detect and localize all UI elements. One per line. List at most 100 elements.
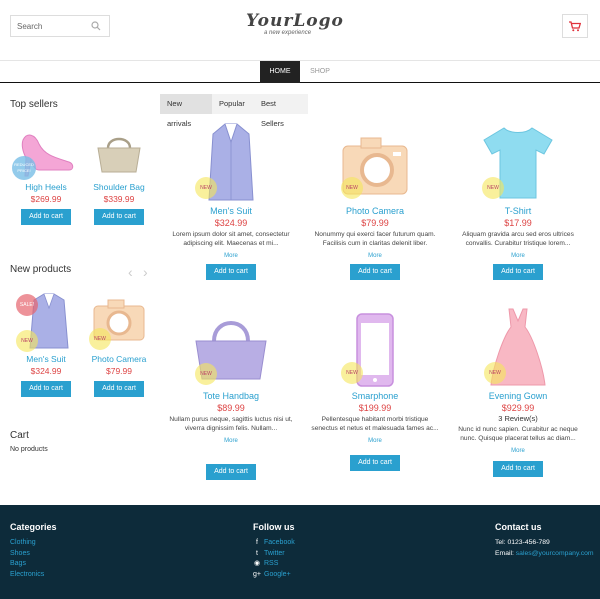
logo[interactable]: YourLogo a new experience (246, 11, 356, 37)
new-badge: NEW (16, 330, 38, 352)
product-card: NEW T-Shirt $17.99 Aliquam gravida arcu … (448, 122, 588, 280)
add-to-cart-button[interactable]: Add to cart (206, 464, 256, 480)
new-badge: NEW (195, 177, 217, 199)
new-badge: NEW (484, 362, 506, 384)
product-price: $339.99 (103, 194, 135, 204)
cart-title: Cart (10, 430, 29, 441)
tab-best-sellers[interactable]: Best Sellers (254, 94, 308, 128)
cart-button[interactable] (562, 14, 588, 38)
product-price: $929.99 (501, 403, 535, 413)
carousel-prev-icon[interactable]: ‹ (128, 264, 133, 280)
footer-follow-title: Follow us (253, 522, 295, 532)
tel-label: Tel: (495, 539, 506, 546)
new-badge: NEW (482, 177, 504, 199)
product-tabs: New arrivals Popular Best Sellers (160, 94, 308, 128)
nav-home[interactable]: HOME (260, 61, 300, 83)
facebook-link[interactable]: f Facebook (253, 538, 295, 549)
product-card: NEW Men's Suit $324.99 Lorem ipsum dolor… (161, 122, 301, 280)
product-price: $17.99 (504, 218, 532, 228)
product-name[interactable]: High Heels (16, 182, 76, 192)
product-price: $199.99 (358, 403, 392, 413)
more-link[interactable]: More (448, 253, 588, 259)
add-to-cart-button[interactable]: Add to cart (493, 461, 543, 477)
footer-category-link[interactable]: Shoes (10, 549, 44, 560)
twitter-link[interactable]: t Twitter (253, 549, 295, 560)
product-price: $89.99 (217, 403, 245, 413)
product-price: $269.99 (30, 194, 62, 204)
product-card: NEW Photo Camera $79.99 Nonummy qui exer… (305, 122, 445, 280)
twitter-icon: t (256, 549, 258, 557)
rss-label: RSS (264, 560, 279, 567)
add-to-cart-button[interactable]: Add to cart (493, 264, 543, 280)
product-card: NEW Tote Handbag $89.99 Nullam purus neq… (161, 307, 301, 480)
product-name[interactable]: Tote Handbag (161, 391, 301, 401)
rss-link[interactable]: ◉ RSS (253, 559, 295, 570)
product-description: Nullam purus neque, sagittis luctus nisi… (169, 416, 293, 432)
review-count[interactable]: 3 Review(s) (448, 414, 588, 423)
product-price: $324.99 (30, 366, 62, 376)
add-to-cart-button[interactable]: Add to cart (206, 264, 256, 280)
product-description: Pellentesque habitant morbi tristique se… (311, 416, 439, 432)
tel-value: 0123-456-789 (507, 539, 550, 546)
product-price: $79.99 (361, 218, 389, 228)
top-seller-item: Shoulder Bag $339.99 Add to cart (89, 130, 149, 225)
product-name[interactable]: Photo Camera (305, 206, 445, 216)
new-badge: NEW (341, 177, 363, 199)
reduced-price-badge: REDUCED PRICE! (12, 156, 36, 180)
more-link[interactable]: More (305, 438, 445, 444)
new-product-item: SALE! NEW Men's Suit $324.99 Add to cart (16, 292, 76, 397)
google-plus-link[interactable]: g+ Google+ (253, 570, 295, 581)
nav-shop[interactable]: SHOP (300, 61, 340, 83)
add-to-cart-button[interactable]: Add to cart (21, 381, 71, 397)
add-to-cart-button[interactable]: Add to cart (21, 209, 71, 225)
facebook-label: Facebook (264, 539, 295, 546)
new-product-item: NEW Photo Camera $79.99 Add to cart (89, 292, 149, 397)
top-seller-item: REDUCED PRICE! High Heels $269.99 Add to… (12, 130, 76, 225)
product-name[interactable]: Shoulder Bag (89, 182, 149, 192)
footer-category-link[interactable]: Clothing (10, 538, 44, 549)
add-to-cart-button[interactable]: Add to cart (350, 264, 400, 280)
search-box[interactable] (10, 15, 110, 37)
top-sellers-title: Top sellers (10, 99, 58, 110)
add-to-cart-button[interactable]: Add to cart (350, 455, 400, 471)
shopping-cart-icon (569, 20, 581, 31)
contact-phone: Tel: 0123-456-789 (495, 538, 594, 549)
google-plus-label: Google+ (264, 570, 291, 578)
footer-contact-info: Tel: 0123-456-789 Email: sales@yourcompa… (495, 538, 594, 559)
product-name[interactable]: T-Shirt (448, 206, 588, 216)
more-link[interactable]: More (448, 448, 588, 454)
email-link[interactable]: sales@yourcompany.com (516, 550, 594, 557)
google-plus-icon: g+ (253, 570, 261, 578)
search-input[interactable] (11, 16, 89, 36)
footer-category-link[interactable]: Bags (10, 559, 44, 570)
footer-categories-title: Categories (10, 522, 57, 532)
footer-contact-title: Contact us (495, 522, 542, 532)
add-to-cart-button[interactable]: Add to cart (94, 209, 144, 225)
rss-icon: ◉ (253, 560, 261, 568)
product-card: NEW Evening Gown $929.99 3 Review(s) Nun… (448, 307, 588, 477)
more-link[interactable]: More (161, 438, 301, 444)
new-products-title: New products (10, 264, 72, 275)
product-name[interactable]: Photo Camera (89, 354, 149, 364)
tab-new-arrivals[interactable]: New arrivals (160, 94, 212, 128)
footer-category-link[interactable]: Electronics (10, 570, 44, 581)
logo-text: YourLogo (246, 11, 344, 31)
product-name[interactable]: Men's Suit (161, 206, 301, 216)
product-description: Nunc id nunc sapien. Curabitur ac neque … (458, 426, 578, 442)
product-name[interactable]: Evening Gown (448, 391, 588, 401)
new-badge: NEW (89, 328, 111, 350)
product-name[interactable]: Men's Suit (16, 354, 76, 364)
more-link[interactable]: More (305, 253, 445, 259)
product-card: NEW Smarphone $199.99 Pellentesque habit… (305, 307, 445, 471)
product-name[interactable]: Smarphone (305, 391, 445, 401)
product-price: $79.99 (106, 366, 132, 376)
add-to-cart-button[interactable]: Add to cart (94, 381, 144, 397)
sale-badge: SALE! (16, 294, 38, 316)
search-icon[interactable] (91, 21, 101, 31)
new-badge: NEW (341, 362, 363, 384)
carousel-next-icon[interactable]: › (143, 264, 148, 280)
tab-popular[interactable]: Popular (212, 94, 254, 114)
more-link[interactable]: More (161, 253, 301, 259)
shoulder-bag-image[interactable] (90, 130, 148, 178)
logo-tagline: a new experience (264, 30, 312, 36)
